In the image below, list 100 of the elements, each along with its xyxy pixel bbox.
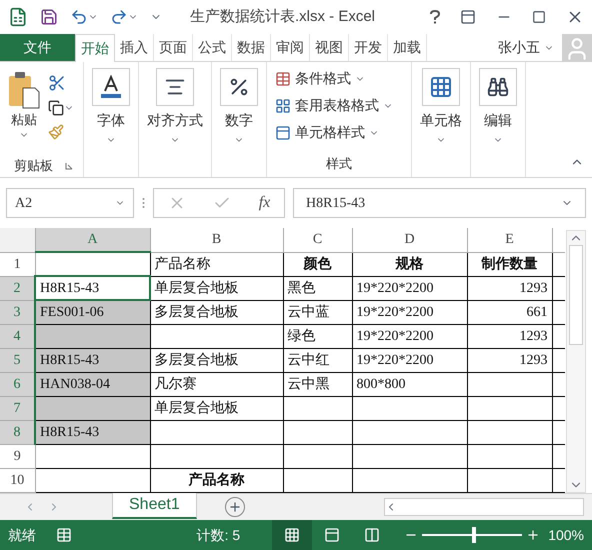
cell-text: 产品名称 bbox=[154, 256, 210, 272]
cell-text: 规格 bbox=[396, 256, 424, 272]
plus-icon bbox=[228, 500, 242, 514]
cell-text: 单层复合地板 bbox=[154, 400, 238, 416]
group-label: 样式 bbox=[326, 154, 352, 172]
row-header[interactable]: 4 bbox=[0, 324, 35, 348]
ribbon-tab[interactable]: 视图 bbox=[310, 34, 349, 61]
paste-button[interactable]: 粘贴 bbox=[4, 70, 44, 155]
row-header[interactable]: 3 bbox=[0, 300, 35, 324]
cell-text: 多层复合地板 bbox=[154, 352, 238, 368]
ribbon-tab[interactable]: 插入 bbox=[115, 34, 154, 61]
cut-icon[interactable] bbox=[48, 74, 66, 92]
excel-logo-icon bbox=[8, 7, 28, 27]
ribbon-tab[interactable]: 页面 bbox=[154, 34, 193, 61]
cell-text: 颜色 bbox=[304, 256, 332, 272]
redo-icon[interactable] bbox=[110, 8, 128, 26]
column-header[interactable]: D bbox=[352, 228, 467, 252]
help-icon[interactable] bbox=[430, 10, 440, 24]
style-menu-button[interactable]: 单元格样式 bbox=[275, 122, 403, 143]
cell-text: H8R15-43 bbox=[40, 424, 100, 440]
ribbon-group-button[interactable]: 单元格 bbox=[420, 68, 462, 145]
cell-text: 凡尔赛 bbox=[154, 376, 196, 392]
formula-field[interactable]: H8R15-43 bbox=[293, 188, 586, 218]
cells-icon bbox=[429, 75, 453, 99]
row-header[interactable]: 6 bbox=[0, 372, 35, 396]
ribbon-group-button[interactable]: 字体 bbox=[92, 68, 130, 145]
cell-text: 绿色 bbox=[288, 328, 316, 344]
font-color-icon bbox=[100, 75, 122, 99]
ribbon-display-icon[interactable] bbox=[460, 9, 476, 25]
count-text: 计数: 5 bbox=[196, 526, 240, 544]
table-format-icon bbox=[275, 98, 291, 114]
vertical-scrollbar[interactable] bbox=[566, 230, 586, 493]
grip-icon bbox=[142, 197, 145, 209]
clipboard-icon bbox=[7, 70, 41, 110]
ribbon-group-button[interactable]: 对齐方式 bbox=[147, 68, 203, 145]
page-layout-icon bbox=[324, 527, 340, 543]
cell-text: 云中蓝 bbox=[288, 304, 330, 320]
save-icon[interactable] bbox=[40, 8, 58, 26]
cell-text: HAN038-04 bbox=[40, 376, 110, 392]
row-header[interactable]: 8 bbox=[0, 420, 35, 444]
ribbon-tab[interactable]: 公式 bbox=[193, 34, 232, 61]
zoom-slider-thumb[interactable] bbox=[472, 527, 476, 543]
insert-function-label[interactable]: fx bbox=[258, 191, 270, 215]
horizontal-scrollbar[interactable] bbox=[384, 498, 584, 516]
cell-text: 1293 bbox=[520, 352, 548, 368]
ribbon-tab[interactable]: 开发 bbox=[349, 34, 388, 61]
cell-text: 云中红 bbox=[288, 352, 330, 368]
ribbon-tab[interactable]: 数据 bbox=[232, 34, 271, 61]
ribbon-group-button[interactable]: 编辑 bbox=[479, 68, 517, 145]
row-header[interactable]: 9 bbox=[0, 444, 35, 468]
group-label: 剪贴板 bbox=[14, 157, 53, 176]
sheet-tab[interactable]: Sheet1 bbox=[112, 493, 197, 519]
undo-icon[interactable] bbox=[70, 8, 88, 26]
binoculars-icon bbox=[487, 76, 509, 98]
add-sheet-button[interactable] bbox=[224, 497, 245, 517]
column-header[interactable]: C bbox=[283, 228, 352, 252]
column-header[interactable]: B bbox=[150, 228, 283, 252]
zoom-in-icon[interactable] bbox=[526, 528, 540, 542]
column-header[interactable]: A bbox=[35, 228, 150, 252]
cell-text: 制作数量 bbox=[482, 256, 538, 272]
row-header[interactable]: 1 bbox=[0, 252, 35, 276]
cell-text: 1293 bbox=[520, 280, 548, 296]
cell-text: 1293 bbox=[520, 328, 548, 344]
ribbon-tab[interactable]: 开始 bbox=[75, 34, 115, 62]
zoom-percent[interactable]: 100% bbox=[548, 524, 584, 546]
cell-text: 产品名称 bbox=[188, 472, 244, 488]
cell-text: 800*800 bbox=[356, 376, 406, 392]
cell-text: 661 bbox=[526, 304, 548, 320]
status-text: 就绪 bbox=[8, 526, 36, 544]
ribbon-group-button[interactable]: 数字 bbox=[220, 68, 258, 145]
cell-text: H8R15-43 bbox=[40, 352, 100, 368]
ribbon-tab[interactable]: 审阅 bbox=[271, 34, 310, 61]
format-painter-icon[interactable] bbox=[48, 124, 64, 140]
cell-text: 云中黑 bbox=[288, 376, 330, 392]
view-button[interactable] bbox=[272, 520, 312, 550]
ribbon-tab[interactable]: 加载 bbox=[388, 34, 427, 61]
cell-text: 多层复合地板 bbox=[154, 304, 238, 320]
user-name[interactable]: 张小五 bbox=[498, 37, 540, 58]
copy-icon[interactable] bbox=[48, 100, 64, 116]
cell-text: H8R15-43 bbox=[40, 280, 100, 296]
cell-text: 19*220*2200 bbox=[356, 352, 434, 368]
row-header[interactable]: 7 bbox=[0, 396, 35, 420]
window-title: 生产数据统计表.xlsx - Excel bbox=[190, 6, 376, 27]
style-menu-button[interactable]: 条件格式 bbox=[275, 68, 403, 89]
column-header[interactable]: E bbox=[467, 228, 552, 252]
file-tab[interactable]: 文件 bbox=[0, 34, 75, 61]
normal-view-icon bbox=[284, 527, 300, 543]
maximize-icon[interactable] bbox=[532, 10, 546, 24]
style-menu-button[interactable]: 套用表格格式 bbox=[275, 95, 403, 116]
cell-text: 19*220*2200 bbox=[356, 328, 434, 344]
row-header[interactable]: 5 bbox=[0, 348, 35, 372]
name-box[interactable]: A2 bbox=[6, 188, 134, 218]
cell-style-icon bbox=[275, 124, 291, 140]
cell-text: FES001-06 bbox=[40, 304, 104, 320]
dialog-launcher-icon[interactable] bbox=[65, 162, 73, 170]
cell-text: 19*220*2200 bbox=[356, 304, 434, 320]
cell-text: 单层复合地板 bbox=[154, 280, 238, 296]
row-header[interactable]: 10 bbox=[0, 468, 35, 492]
conditional-format-icon bbox=[275, 70, 291, 86]
row-header[interactable]: 2 bbox=[0, 276, 35, 300]
